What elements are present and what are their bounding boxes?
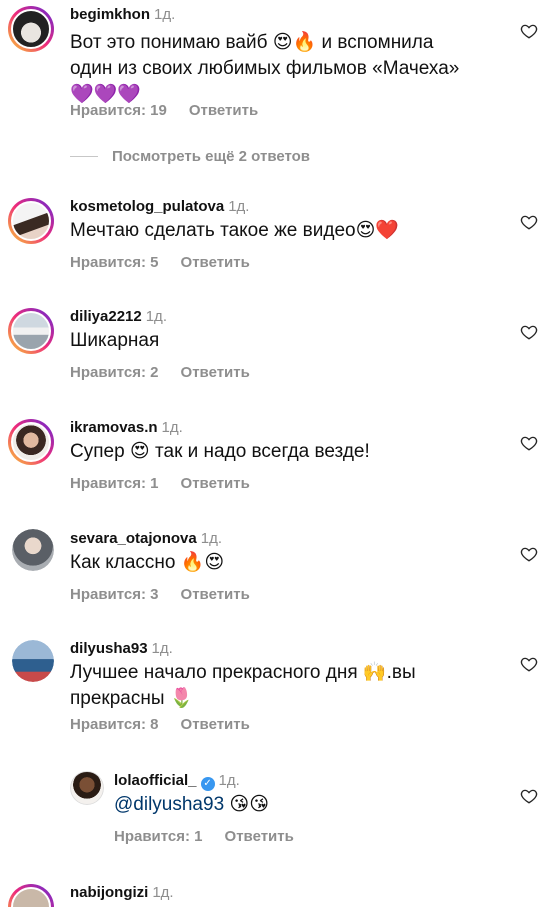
avatar[interactable] [8, 884, 54, 907]
comment-text: 😘😘 [224, 794, 270, 815]
divider-line [70, 156, 98, 157]
reply-button[interactable]: Ответить [181, 475, 250, 492]
likes-count[interactable]: Нравится: 1 [114, 828, 203, 845]
comment-username[interactable]: lolaofficial_ [114, 772, 197, 789]
comment-text-line: Супер 😍 так и надо всегда везде! [70, 441, 370, 462]
reply-button[interactable]: Ответить [225, 828, 294, 845]
comment-item: sevara_otajonova 1д. Как классно 🔥😍 Нрави… [0, 524, 560, 614]
heart-outline-icon[interactable] [520, 655, 538, 673]
comment-username[interactable]: sevara_otajonova [70, 530, 197, 547]
comment-username[interactable]: nabijongizi [70, 884, 148, 901]
comment-time: 1д. [200, 530, 222, 547]
verified-badge-icon: ✓ [200, 777, 215, 791]
avatar[interactable] [12, 529, 54, 571]
likes-count[interactable]: Нравится: 5 [70, 254, 159, 271]
avatar[interactable] [12, 640, 54, 682]
comment-username[interactable]: ikramovas.n [70, 419, 158, 436]
comment-time: 1д. [154, 6, 176, 23]
avatar[interactable] [8, 198, 54, 244]
comment-time: 1д. [145, 308, 167, 325]
comment-text-line: Лучшее начало прекрасного дня 🙌.вы [70, 662, 416, 683]
likes-count[interactable]: Нравится: 19 [70, 102, 167, 119]
reply-button[interactable]: Ответить [189, 102, 258, 119]
heart-outline-icon[interactable] [520, 323, 538, 341]
comment-username[interactable]: diliya2212 [70, 308, 142, 325]
view-more-replies-label: Посмотреть ещё 2 ответов [112, 148, 311, 165]
reply-comment-item: lolaofficial_ ✓ 1д. @dilyusha93 😘😘 Нравитс… [0, 766, 560, 856]
comment-username[interactable]: begimkhon [70, 6, 150, 23]
comment-time: 1д. [161, 419, 183, 436]
comment-item: ikramovas.n 1д. Супер 😍 так и надо всегда… [0, 413, 560, 503]
avatar[interactable] [70, 771, 104, 805]
heart-outline-icon[interactable] [520, 787, 538, 805]
comment-item: begimkhon 1д. Вот это понимаю вайб 😍🔥 и в… [0, 0, 560, 130]
avatar[interactable] [8, 6, 54, 52]
comment-text-line: Мечтаю сделать такое же видео😍❤️ [70, 220, 400, 241]
comment-username[interactable]: kosmetolog_pulatova [70, 198, 224, 215]
heart-outline-icon[interactable] [520, 434, 538, 452]
comment-time: 1д. [218, 772, 240, 789]
comment-item: nabijongizi 1д. [0, 878, 560, 907]
likes-count[interactable]: Нравится: 1 [70, 475, 159, 492]
comment-item: kosmetolog_pulatova 1д. Мечтаю сделать та… [0, 192, 560, 282]
reply-button[interactable]: Ответить [181, 364, 250, 381]
likes-count[interactable]: Нравится: 8 [70, 716, 159, 733]
mention-link[interactable]: @dilyusha93 [114, 794, 224, 815]
comment-time: 1д. [228, 198, 250, 215]
view-more-replies-button[interactable]: Посмотреть ещё 2 ответов [70, 148, 310, 165]
avatar[interactable] [8, 308, 54, 354]
reply-button[interactable]: Ответить [181, 586, 250, 603]
comment-text-line: Вот это понимаю вайб 😍🔥 и вспомнила [70, 32, 434, 53]
comment-text-line: один из своих любимых фильмов «Мачеха» [70, 58, 460, 79]
heart-outline-icon[interactable] [520, 213, 538, 231]
comment-item: dilyusha93 1д. Лучшее начало прекрасного … [0, 634, 560, 749]
likes-count[interactable]: Нравится: 2 [70, 364, 159, 381]
reply-button[interactable]: Ответить [181, 716, 250, 733]
comment-item: diliya2212 1д. Шикарная Нравится: 2 Ответи… [0, 302, 560, 392]
likes-count[interactable]: Нравится: 3 [70, 586, 159, 603]
reply-button[interactable]: Ответить [181, 254, 250, 271]
heart-outline-icon[interactable] [520, 22, 538, 40]
heart-outline-icon[interactable] [520, 545, 538, 563]
comment-time: 1д. [152, 884, 174, 901]
comment-username[interactable]: dilyusha93 [70, 640, 148, 657]
comment-text-line: Шикарная [70, 330, 160, 351]
comment-text-line: прекрасны 🌷 [70, 688, 194, 709]
avatar[interactable] [8, 419, 54, 465]
comment-text-line: Как классно 🔥😍 [70, 552, 225, 573]
comment-time: 1д. [151, 640, 173, 657]
